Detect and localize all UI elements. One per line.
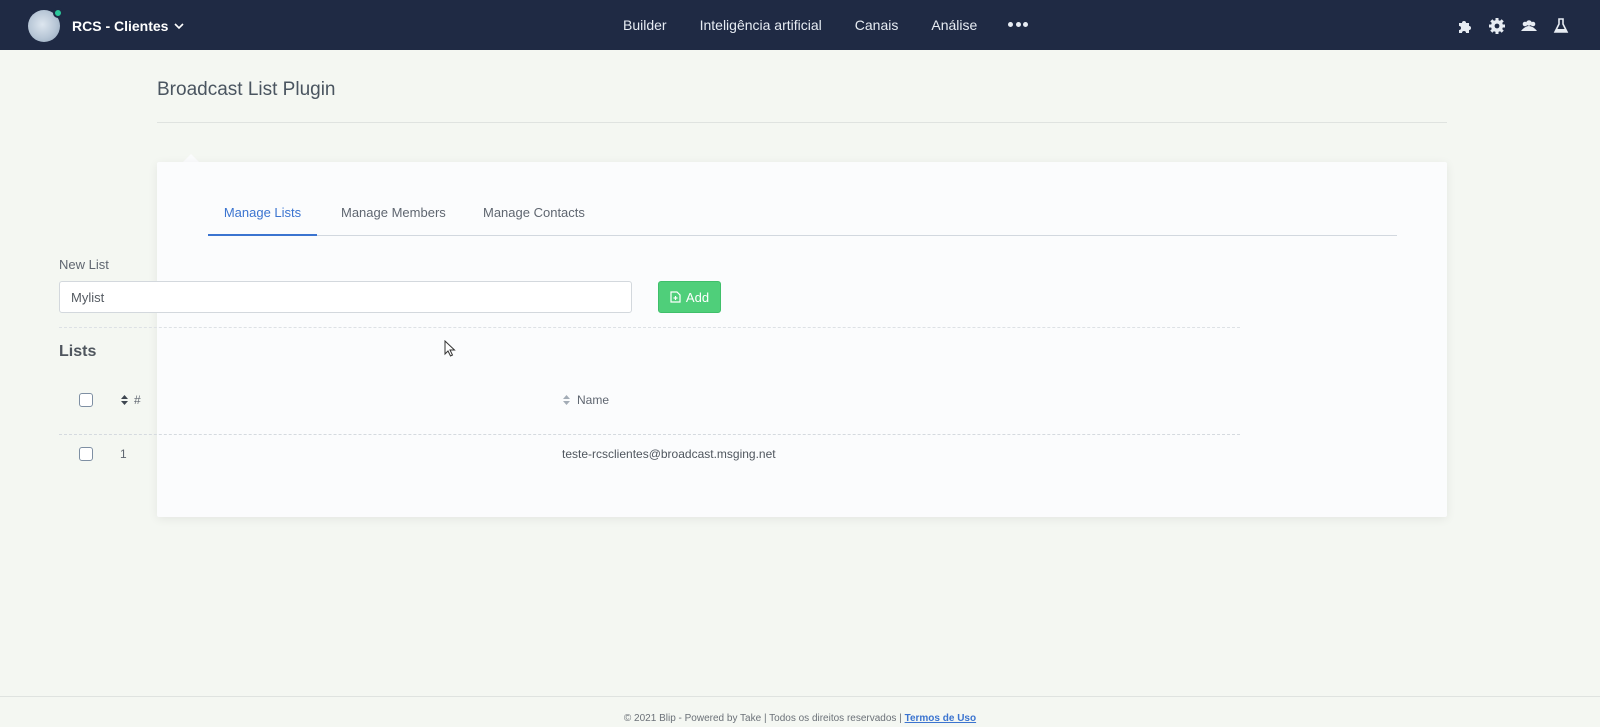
add-button-label: Add	[685, 289, 710, 305]
page-title: Broadcast List Plugin	[157, 79, 336, 100]
bot-name: RCS - Clientes	[72, 18, 169, 34]
tab-manage-members[interactable]: Manage Members	[341, 198, 446, 236]
add-list-button[interactable]: Add	[658, 281, 721, 313]
section-divider	[59, 327, 1240, 328]
footer-divider	[0, 696, 1600, 697]
tab-manage-contacts[interactable]: Manage Contacts	[483, 198, 585, 236]
flask-icon[interactable]	[1552, 17, 1570, 35]
nav-analytics[interactable]: Análise	[931, 17, 977, 33]
main-nav: Builder Inteligência artificial Canais A…	[623, 0, 1029, 50]
file-add-icon	[670, 291, 681, 303]
table-header: # Name	[59, 375, 1240, 435]
title-divider	[157, 122, 1447, 123]
row-checkbox[interactable]	[79, 447, 93, 461]
online-status-dot	[53, 8, 63, 18]
table-row: 1 teste-rcsclientes@broadcast.msging.net	[59, 436, 1240, 481]
nav-builder[interactable]: Builder	[623, 17, 667, 33]
mouse-cursor-icon	[444, 340, 456, 357]
users-icon[interactable]	[1520, 17, 1538, 35]
terms-link[interactable]: Termos de Uso	[905, 713, 977, 724]
bot-avatar	[28, 8, 63, 42]
chevron-down-icon	[174, 23, 185, 30]
lists-heading: Lists	[59, 343, 97, 360]
header-actions	[1442, 17, 1570, 35]
bot-selector[interactable]: RCS - Clientes	[28, 8, 185, 42]
row-name: teste-rcsclientes@broadcast.msging.net	[562, 447, 776, 461]
footer: © 2021 Blip - Powered by Take | Todos os…	[0, 713, 1600, 724]
top-navbar: RCS - Clientes Builder Inteligência arti…	[0, 0, 1600, 50]
column-header-name[interactable]: Name	[577, 393, 609, 407]
column-header-id[interactable]: #	[134, 393, 141, 407]
new-list-input[interactable]	[59, 281, 632, 313]
sort-icon[interactable]	[562, 394, 571, 406]
footer-text: © 2021 Blip - Powered by Take | Todos os…	[623, 713, 902, 724]
new-list-label: New List	[59, 257, 109, 272]
tab-manage-lists[interactable]: Manage Lists	[208, 198, 317, 236]
more-dots-icon[interactable]	[1008, 22, 1029, 28]
nav-channels[interactable]: Canais	[855, 17, 899, 33]
puzzle-icon[interactable]	[1456, 17, 1474, 35]
row-id: 1	[120, 447, 127, 461]
nav-ai[interactable]: Inteligência artificial	[700, 17, 822, 33]
tab-bar: Manage Lists Manage Members Manage Conta…	[208, 198, 1397, 236]
sort-icon[interactable]	[120, 394, 129, 406]
select-all-checkbox[interactable]	[79, 393, 93, 407]
gear-icon[interactable]	[1488, 17, 1506, 35]
